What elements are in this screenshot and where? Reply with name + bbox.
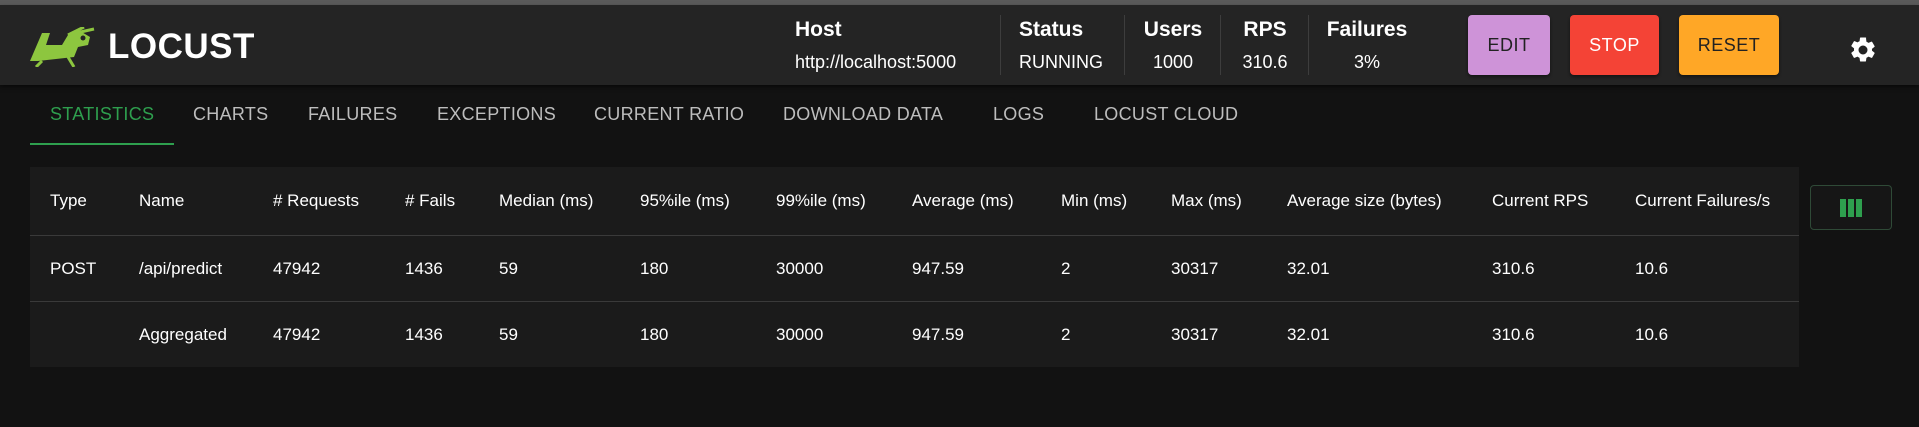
tab-download-data[interactable]: DOWNLOAD DATA (783, 85, 943, 143)
column-header[interactable]: Max (ms) (1171, 167, 1242, 235)
column-header[interactable]: Type (50, 167, 87, 235)
host-value: http://localhost:5000 (795, 52, 957, 72)
tab-charts[interactable]: CHARTS (193, 85, 268, 143)
table-cell: 32.01 (1287, 259, 1330, 278)
table-cell: 947.59 (912, 325, 964, 344)
tab-exceptions[interactable]: EXCEPTIONS (437, 85, 556, 143)
table-cell: 947.59 (912, 259, 964, 278)
table-cell: 47942 (273, 259, 321, 278)
tab-locust-cloud[interactable]: LOCUST CLOUD (1094, 85, 1238, 143)
top-navbar: LOCUST Host http://localhost:5000 Status… (0, 5, 1919, 85)
table-row: Aggregated 47942 1436 59 180 30000 947.5… (30, 301, 1799, 368)
edit-button[interactable]: EDIT (1468, 15, 1550, 75)
divider (1220, 15, 1221, 75)
column-header[interactable]: # Fails (405, 167, 455, 235)
tab-failures[interactable]: FAILURES (308, 85, 397, 143)
failures-value: 3% (1353, 52, 1380, 72)
host-label: Host (795, 18, 842, 41)
tab-logs[interactable]: LOGS (993, 85, 1044, 143)
column-selector-button[interactable] (1810, 185, 1892, 230)
failures-stat: Failures 3% (1324, 17, 1410, 73)
table-cell: 30000 (776, 325, 824, 344)
failures-label: Failures (1326, 18, 1408, 41)
stop-button[interactable]: STOP (1570, 15, 1659, 75)
status-label: Status (1019, 18, 1084, 41)
statistics-table: Type Name # Requests # Fails Median (ms)… (30, 167, 1799, 367)
host-stat: Host http://localhost:5000 (795, 17, 956, 73)
table-cell: Aggregated (139, 325, 227, 344)
locust-logo[interactable]: LOCUST (28, 27, 255, 67)
rps-label: RPS (1243, 18, 1287, 41)
grasshopper-logo-icon (30, 27, 95, 67)
users-stat: Users 1000 (1140, 17, 1206, 73)
tab-statistics[interactable]: STATISTICS (50, 85, 154, 143)
column-header[interactable]: Min (ms) (1061, 167, 1127, 235)
divider (1308, 15, 1309, 75)
column-header[interactable]: Average (ms) (912, 167, 1014, 235)
users-value: 1000 (1152, 52, 1194, 72)
status-value: RUNNING (1019, 52, 1103, 72)
columns-icon (1840, 198, 1862, 217)
status-stat: Status RUNNING (1019, 17, 1103, 73)
tab-current-ratio[interactable]: CURRENT RATIO (594, 85, 744, 143)
table-cell: 10.6 (1635, 259, 1669, 278)
table-cell: 10.6 (1635, 325, 1669, 344)
column-header[interactable]: 95%ile (ms) (640, 167, 730, 235)
table-cell: 1436 (405, 325, 443, 344)
users-label: Users (1143, 18, 1203, 41)
table-cell: 59 (499, 325, 518, 344)
table-cell: 30317 (1171, 259, 1219, 278)
column-header[interactable]: # Requests (273, 167, 359, 235)
table-cell: 1436 (405, 259, 443, 278)
table-cell: 59 (499, 259, 518, 278)
table-cell: 180 (640, 325, 669, 344)
table-cell: 180 (640, 259, 669, 278)
column-header[interactable]: Name (139, 167, 184, 235)
rps-stat: RPS 310.6 (1236, 17, 1294, 73)
reset-button[interactable]: RESET (1679, 15, 1779, 75)
table-cell: 2 (1061, 325, 1071, 344)
table-cell: 32.01 (1287, 325, 1330, 344)
table-cell: 47942 (273, 325, 321, 344)
column-header[interactable]: Current RPS (1492, 167, 1588, 235)
table-cell: 30317 (1171, 325, 1219, 344)
table-cell: 310.6 (1492, 259, 1535, 278)
column-header[interactable]: Current Failures/s (1635, 167, 1770, 235)
table-row: POST /api/predict 47942 1436 59 180 3000… (30, 235, 1799, 302)
table-cell: 30000 (776, 259, 824, 278)
table-cell: 2 (1061, 259, 1071, 278)
active-tab-indicator (30, 143, 174, 145)
brand-name: LOCUST (108, 27, 255, 66)
gear-icon[interactable] (1848, 35, 1878, 65)
column-header[interactable]: 99%ile (ms) (776, 167, 866, 235)
table-cell: POST (50, 259, 97, 278)
rps-value: 310.6 (1242, 52, 1288, 72)
table-header-row: Type Name # Requests # Fails Median (ms)… (30, 167, 1799, 235)
divider (1124, 15, 1125, 75)
column-header[interactable]: Average size (bytes) (1287, 167, 1442, 235)
table-cell: 310.6 (1492, 325, 1535, 344)
column-header[interactable]: Median (ms) (499, 167, 593, 235)
table-cell: /api/predict (139, 259, 223, 278)
divider (1000, 15, 1001, 75)
